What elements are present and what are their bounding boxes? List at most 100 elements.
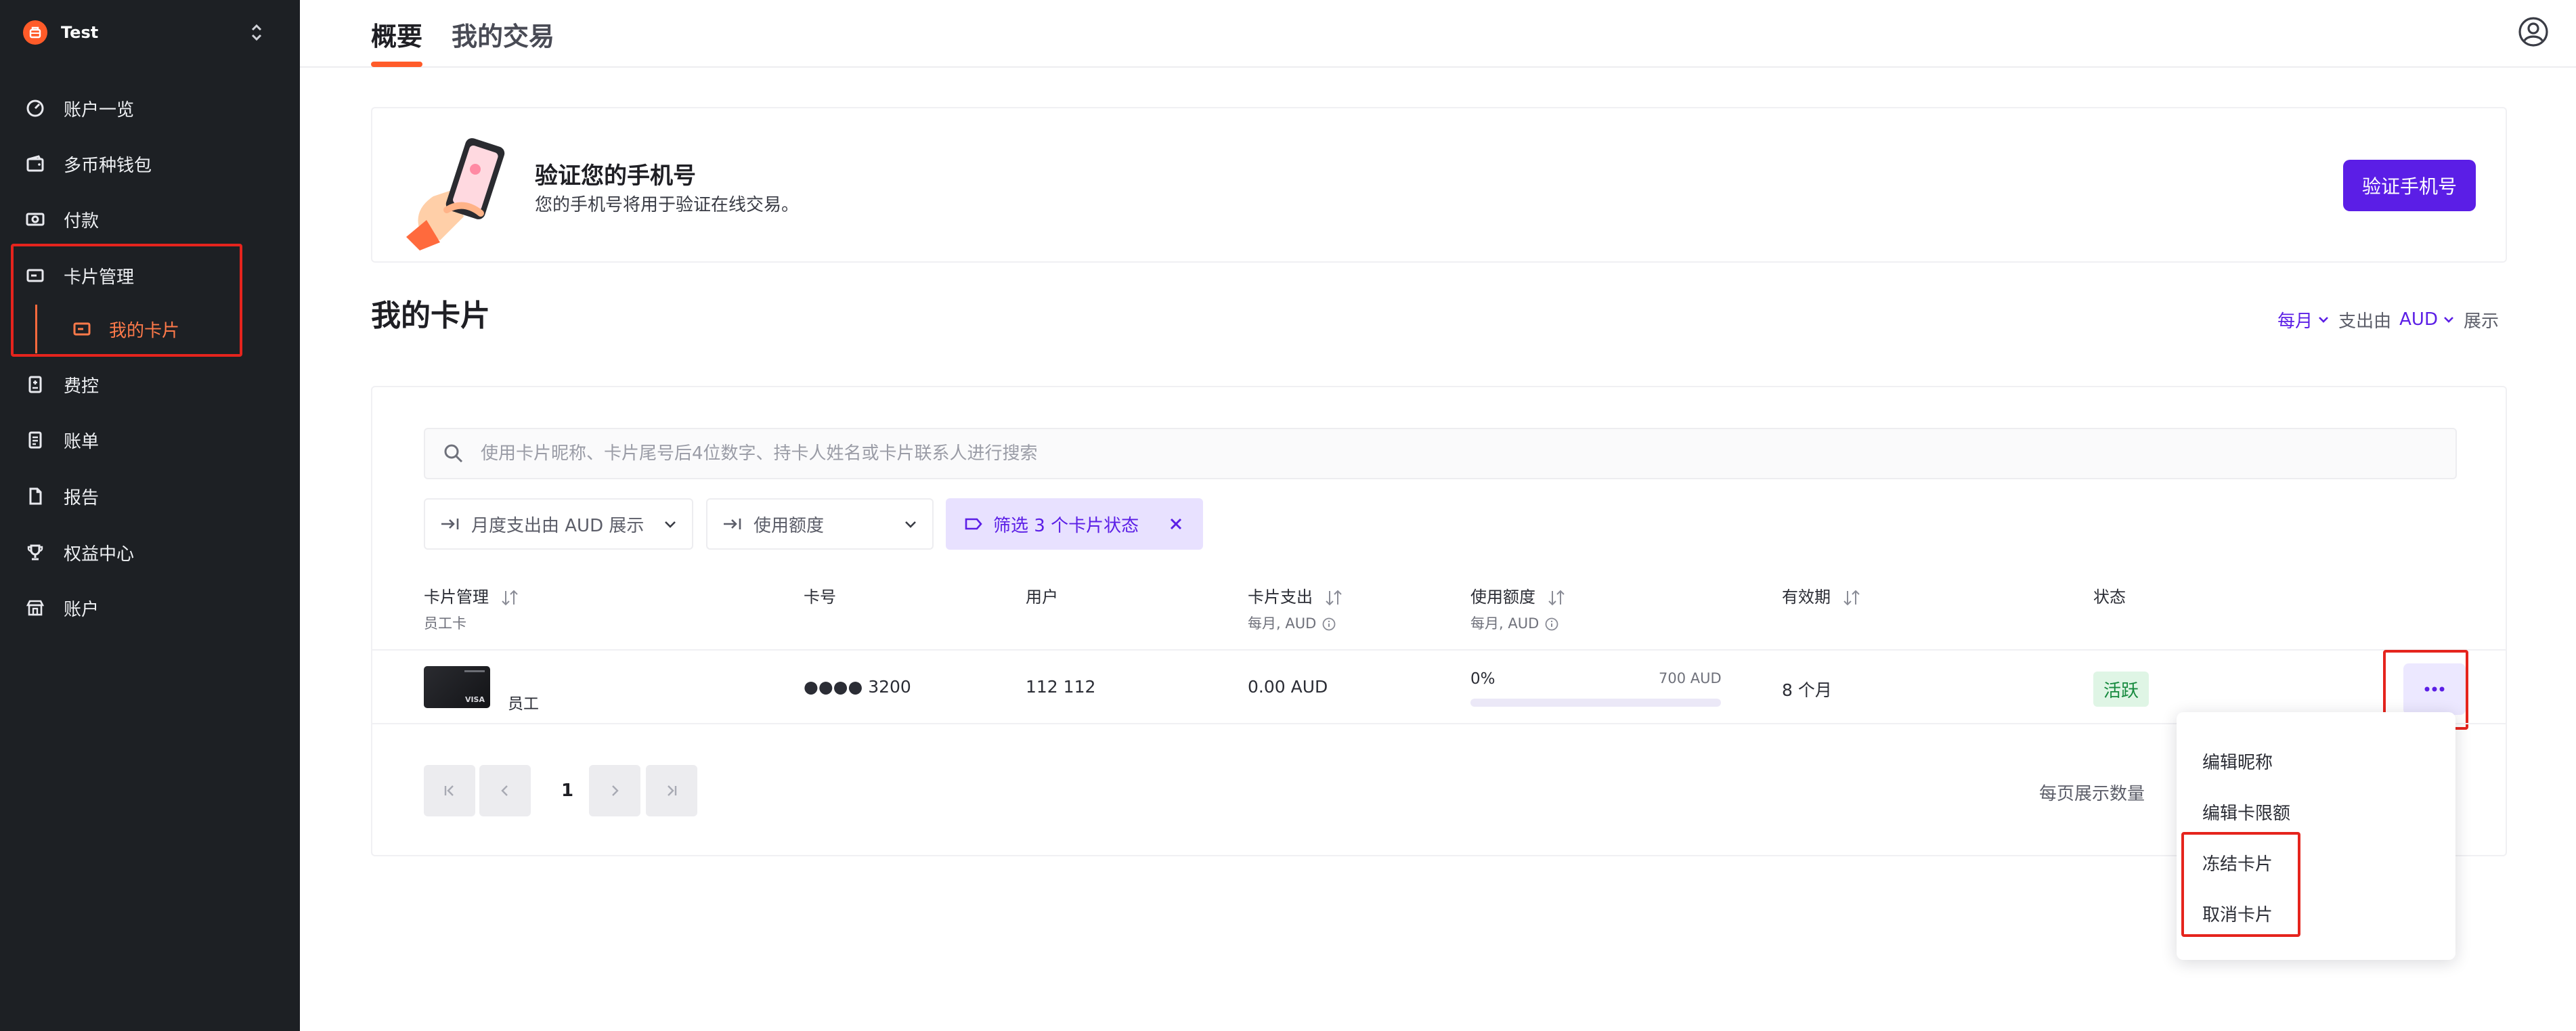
chevron-down-icon xyxy=(665,521,676,528)
highlight-box-menu xyxy=(2181,832,2300,937)
sidebar-item-benefits[interactable]: 权益中心 xyxy=(23,532,267,573)
currency-select[interactable]: AUD xyxy=(2399,309,2455,330)
arrow-to-right-icon xyxy=(724,519,741,529)
column-header-user: 用户 xyxy=(1026,588,1058,607)
column-header-card[interactable]: 卡片管理 员工卡 xyxy=(424,584,520,633)
close-icon[interactable] xyxy=(1166,514,1185,533)
first-page-button[interactable] xyxy=(424,765,475,816)
card-number: ●●●● 3200 xyxy=(804,677,911,697)
verify-phone-button[interactable]: 验证手机号 xyxy=(2343,160,2476,211)
usage-percent: 0% xyxy=(1470,670,1496,688)
info-icon[interactable] xyxy=(1544,617,1559,632)
first-page-icon xyxy=(444,785,454,796)
column-header-usage[interactable]: 使用额度 每月, AUD xyxy=(1470,584,1567,633)
sidebar-item-label: 费控 xyxy=(64,376,100,397)
wallet-icon xyxy=(23,152,47,176)
sidebar-item-label: 账单 xyxy=(64,431,100,452)
my-cards-title: 我的卡片 xyxy=(371,299,490,333)
usage-limit-filter[interactable]: 使用额度 xyxy=(706,498,934,550)
column-header-sublabel-text: 每月, AUD xyxy=(1248,615,1317,632)
per-page-label: 每页展示数量 xyxy=(2039,784,2145,804)
sidebar: Test 账户一览 多币种钱包 付款 卡片管理 我的卡片 费控 账单 报告 权益… xyxy=(0,0,300,1031)
bill-icon xyxy=(23,428,47,452)
status-filter-chip[interactable]: 筛选 3 个卡片状态 xyxy=(946,498,1203,550)
search-icon xyxy=(444,444,463,463)
chevron-down-icon xyxy=(2444,317,2453,323)
last-page-button[interactable] xyxy=(646,765,697,816)
dashboard-icon xyxy=(23,96,47,120)
chevron-updown-icon xyxy=(251,24,262,41)
trophy-icon xyxy=(23,540,47,565)
sort-icon xyxy=(1548,590,1565,606)
column-header-sublabel-text: 每月, AUD xyxy=(1470,615,1540,632)
org-switcher[interactable]: Test xyxy=(23,19,267,46)
sidebar-item-dashboard[interactable]: 账户一览 xyxy=(23,88,267,129)
sidebar-item-label: 权益中心 xyxy=(64,544,135,565)
period-controls: 每月 支出由 AUD 展示 xyxy=(2277,306,2507,333)
period-select[interactable]: 每月 xyxy=(2277,307,2330,332)
info-icon[interactable] xyxy=(1322,617,1336,632)
sidebar-item-account[interactable]: 账户 xyxy=(23,588,267,628)
user-profile-icon[interactable] xyxy=(2516,15,2550,49)
column-header-label: 卡片管理 xyxy=(424,588,489,607)
phone-illustration-icon xyxy=(406,138,505,250)
sidebar-item-report[interactable]: 报告 xyxy=(23,476,267,517)
card-expiry: 8 个月 xyxy=(1782,680,1832,700)
current-page-number[interactable]: 1 xyxy=(542,765,593,816)
banner-description: 您的手机号将用于验证在线交易。 xyxy=(535,195,800,215)
highlight-box-sidebar xyxy=(11,244,242,357)
chevron-down-icon xyxy=(2319,317,2329,323)
sidebar-item-payment[interactable]: 付款 xyxy=(23,199,267,240)
menu-item-edit-limit[interactable]: 编辑卡限额 xyxy=(2202,791,2426,832)
status-badge: 活跃 xyxy=(2093,672,2149,707)
payment-icon xyxy=(23,207,47,232)
column-header-sublabel: 每月, AUD xyxy=(1470,613,1567,633)
card-type: 员工 xyxy=(508,695,539,713)
card-brand-mark xyxy=(464,670,485,672)
tab-overview[interactable]: 概要 xyxy=(371,12,422,56)
menu-item-edit-nickname[interactable]: 编辑昵称 xyxy=(2202,741,2426,781)
sidebar-item-wallet[interactable]: 多币种钱包 xyxy=(23,144,267,184)
table-divider xyxy=(372,649,2506,651)
column-header-label: 有效期 xyxy=(1782,588,1831,607)
column-header-spend[interactable]: 卡片支出 每月, AUD xyxy=(1248,584,1344,633)
verify-phone-banner: 验证您的手机号 您的手机号将用于验证在线交易。 验证手机号 xyxy=(371,107,2507,263)
filter-label: 月度支出由 AUD 展示 xyxy=(471,515,645,536)
store-icon xyxy=(23,596,47,620)
filter-label: 筛选 3 个卡片状态 xyxy=(993,515,1139,536)
column-header-number: 卡号 xyxy=(804,588,836,607)
expense-icon xyxy=(23,372,47,397)
usage-progress-bar xyxy=(1470,699,1721,707)
column-header-expiry[interactable]: 有效期 xyxy=(1782,584,1862,607)
chevron-down-icon xyxy=(905,521,916,528)
column-header-label: 卡片支出 xyxy=(1248,588,1313,607)
prev-page-button[interactable] xyxy=(479,765,531,816)
sort-icon xyxy=(1325,590,1342,606)
card-spend: 0.00 AUD xyxy=(1248,677,1328,697)
period-label: 每月 xyxy=(2277,311,2313,332)
sidebar-item-bill[interactable]: 账单 xyxy=(23,420,267,460)
visa-logo-icon: VISA xyxy=(464,695,485,704)
column-header-status: 状态 xyxy=(2093,588,2126,607)
sort-icon xyxy=(501,590,518,606)
sidebar-item-label: 付款 xyxy=(64,211,100,232)
sidebar-item-label: 报告 xyxy=(64,487,100,508)
sidebar-item-label: 多币种钱包 xyxy=(64,155,152,176)
sidebar-item-expense[interactable]: 费控 xyxy=(23,364,267,405)
column-header-label: 使用额度 xyxy=(1470,588,1535,607)
spend-display-filter[interactable]: 月度支出由 AUD 展示 xyxy=(424,498,693,550)
chevron-right-icon xyxy=(612,785,619,796)
sort-icon xyxy=(1843,590,1860,606)
report-icon xyxy=(23,484,47,508)
filter-label: 使用额度 xyxy=(754,515,825,536)
search-box[interactable] xyxy=(424,428,2457,479)
search-input[interactable] xyxy=(479,443,2443,464)
column-header-sublabel: 员工卡 xyxy=(424,615,466,632)
active-tab-indicator xyxy=(371,62,422,67)
sidebar-item-label: 账户 xyxy=(64,599,100,620)
sidebar-item-label: 账户一览 xyxy=(64,100,135,120)
top-tab-bar xyxy=(300,0,2576,68)
tab-transactions[interactable]: 我的交易 xyxy=(452,12,554,56)
next-page-button[interactable] xyxy=(589,765,640,816)
last-page-icon xyxy=(668,785,677,796)
